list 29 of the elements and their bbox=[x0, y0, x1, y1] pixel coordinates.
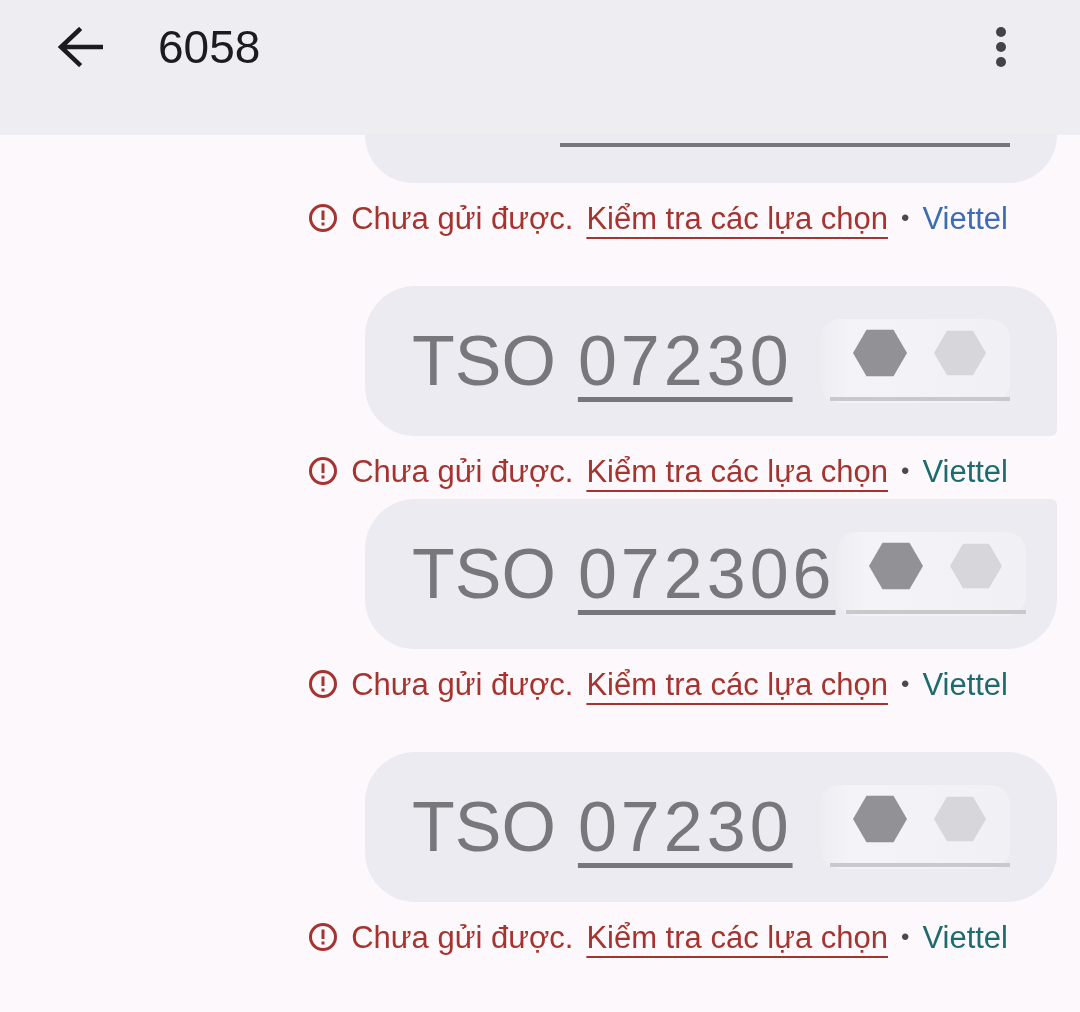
check-options-link[interactable]: Kiểm tra các lựa chọn bbox=[586, 921, 888, 953]
error-text: Chưa gửi được. bbox=[351, 455, 574, 487]
carrier-label: Viettel bbox=[922, 202, 1008, 234]
carrier-label: Viettel bbox=[922, 921, 1008, 953]
more-options-icon[interactable] bbox=[995, 26, 1007, 68]
error-icon bbox=[308, 669, 339, 699]
error-icon bbox=[308, 456, 339, 486]
check-options-link[interactable]: Kiểm tra các lựa chọn bbox=[586, 668, 888, 700]
number-link[interactable]: 072306 bbox=[577, 539, 836, 609]
error-icon bbox=[308, 922, 339, 952]
check-options-link[interactable]: Kiểm tra các lựa chọn bbox=[586, 202, 888, 234]
message-text: TSO bbox=[412, 792, 556, 862]
carrier-label: Viettel bbox=[922, 668, 1008, 700]
error-text: Chưa gửi được. bbox=[351, 668, 574, 700]
conversation-title: 6058 bbox=[158, 24, 261, 70]
check-options-link[interactable]: Kiểm tra các lựa chọn bbox=[586, 455, 888, 487]
message-text: TSO bbox=[412, 539, 556, 609]
bullet-separator: • bbox=[901, 206, 910, 230]
number-link[interactable]: 07230 bbox=[577, 326, 793, 396]
bullet-separator: • bbox=[901, 925, 910, 949]
error-text: Chưa gửi được. bbox=[351, 921, 574, 953]
message-text: TSO bbox=[412, 326, 556, 396]
number-link[interactable]: 07230 bbox=[577, 792, 793, 862]
error-icon bbox=[308, 203, 339, 233]
bullet-separator: • bbox=[901, 459, 910, 483]
bullet-separator: • bbox=[901, 672, 910, 696]
carrier-label: Viettel bbox=[922, 455, 1008, 487]
back-icon[interactable] bbox=[57, 27, 103, 67]
error-text: Chưa gửi được. bbox=[351, 202, 574, 234]
